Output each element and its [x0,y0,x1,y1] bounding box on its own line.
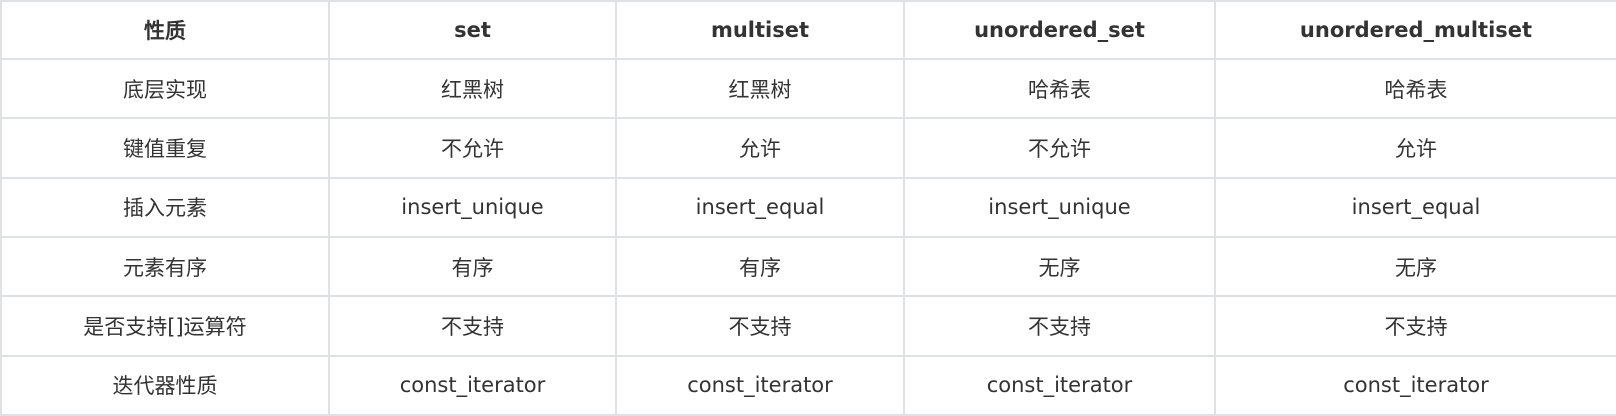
table-cell: insert_equal [1214,176,1616,238]
set-comparison-table: 性质 set multiset unordered_set unordered_… [0,0,1616,416]
header-unordered-multiset: unordered_multiset [1214,0,1616,60]
table-cell: const_iterator [328,354,617,416]
table-cell: 红黑树 [615,57,905,120]
table-row: 插入元素 insert_unique insert_equal insert_u… [0,176,1616,238]
table-row: 元素有序 有序 有序 无序 无序 [0,235,1616,298]
header-multiset: multiset [615,0,905,60]
table-cell: insert_unique [328,176,617,238]
table-header: 性质 set multiset unordered_set unordered_… [0,0,1616,60]
table-cell: 无序 [903,235,1216,298]
row-label: 元素有序 [0,235,330,298]
table-cell: insert_equal [615,176,905,238]
table-cell: 红黑树 [328,57,617,120]
table-row: 底层实现 红黑树 红黑树 哈希表 哈希表 [0,57,1616,120]
row-label: 是否支持[]运算符 [0,295,330,357]
row-label: 迭代器性质 [0,354,330,416]
header-property: 性质 [0,0,330,60]
table-cell: 有序 [328,235,617,298]
table-cell: 不支持 [615,295,905,357]
table-cell: 不支持 [328,295,617,357]
table-cell: 无序 [1214,235,1616,298]
table-cell: 不允许 [328,117,617,179]
table-cell: 不允许 [903,117,1216,179]
header-unordered-set: unordered_set [903,0,1216,60]
table-cell: const_iterator [903,354,1216,416]
table-cell: insert_unique [903,176,1216,238]
table-cell: 不支持 [1214,295,1616,357]
table-cell: 不支持 [903,295,1216,357]
table-cell: 允许 [1214,117,1616,179]
table-row: 是否支持[]运算符 不支持 不支持 不支持 不支持 [0,295,1616,357]
comparison-table-container: 性质 set multiset unordered_set unordered_… [0,0,1616,416]
table-cell: const_iterator [615,354,905,416]
table-cell: 哈希表 [1214,57,1616,120]
table-row: 键值重复 不允许 允许 不允许 允许 [0,117,1616,179]
header-row: 性质 set multiset unordered_set unordered_… [0,0,1616,60]
row-label: 键值重复 [0,117,330,179]
table-cell: 哈希表 [903,57,1216,120]
table-cell: 有序 [615,235,905,298]
header-set: set [328,0,617,60]
row-label: 底层实现 [0,57,330,120]
table-row: 迭代器性质 const_iterator const_iterator cons… [0,354,1616,416]
table-cell: const_iterator [1214,354,1616,416]
row-label: 插入元素 [0,176,330,238]
table-body: 底层实现 红黑树 红黑树 哈希表 哈希表 键值重复 不允许 允许 不允许 允许 … [0,57,1616,416]
table-cell: 允许 [615,117,905,179]
